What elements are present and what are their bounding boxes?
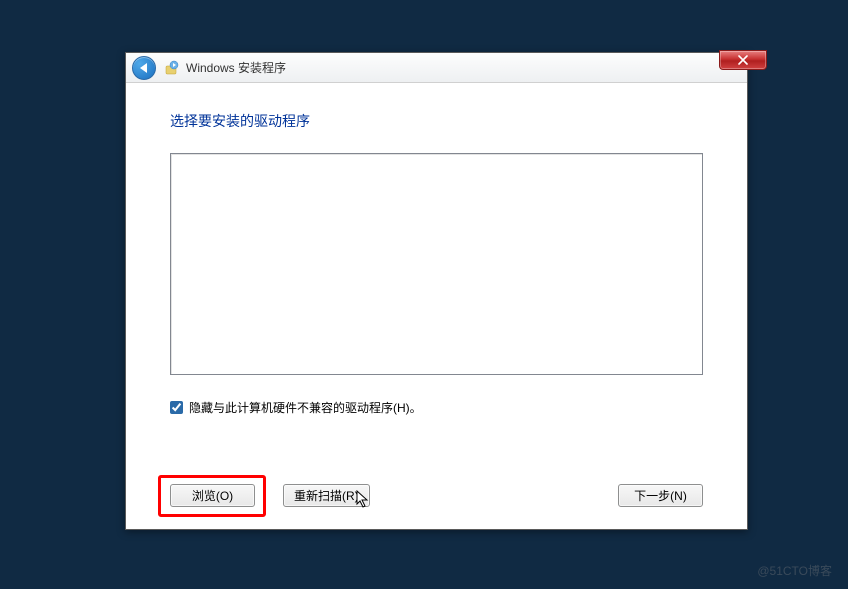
close-button[interactable]	[719, 50, 767, 70]
watermark: @51CTO博客	[757, 562, 832, 579]
hide-incompatible-checkbox[interactable]	[170, 401, 183, 414]
next-button[interactable]: 下一步(N)	[618, 484, 703, 507]
titlebar: Windows 安装程序	[126, 53, 747, 83]
browse-button[interactable]: 浏览(O)	[170, 484, 255, 507]
window-title: Windows 安装程序	[186, 59, 286, 76]
hide-incompatible-row: 隐藏与此计算机硬件不兼容的驱动程序(H)。	[170, 399, 703, 416]
rescan-button[interactable]: 重新扫描(R)	[283, 484, 370, 507]
back-button[interactable]	[132, 56, 156, 80]
button-row: 浏览(O) 重新扫描(R) 下一步(N)	[170, 484, 703, 507]
page-heading: 选择要安装的驱动程序	[170, 111, 703, 131]
installer-dialog: Windows 安装程序 选择要安装的驱动程序 隐藏与此计算机硬件不兼容的驱动程…	[125, 52, 748, 530]
driver-list[interactable]	[170, 153, 703, 375]
back-arrow-icon	[140, 63, 147, 73]
app-icon	[164, 60, 180, 76]
dialog-content: 选择要安装的驱动程序 隐藏与此计算机硬件不兼容的驱动程序(H)。 浏览(O) 重…	[126, 83, 747, 529]
close-icon	[738, 55, 748, 65]
hide-incompatible-label[interactable]: 隐藏与此计算机硬件不兼容的驱动程序(H)。	[189, 399, 422, 416]
